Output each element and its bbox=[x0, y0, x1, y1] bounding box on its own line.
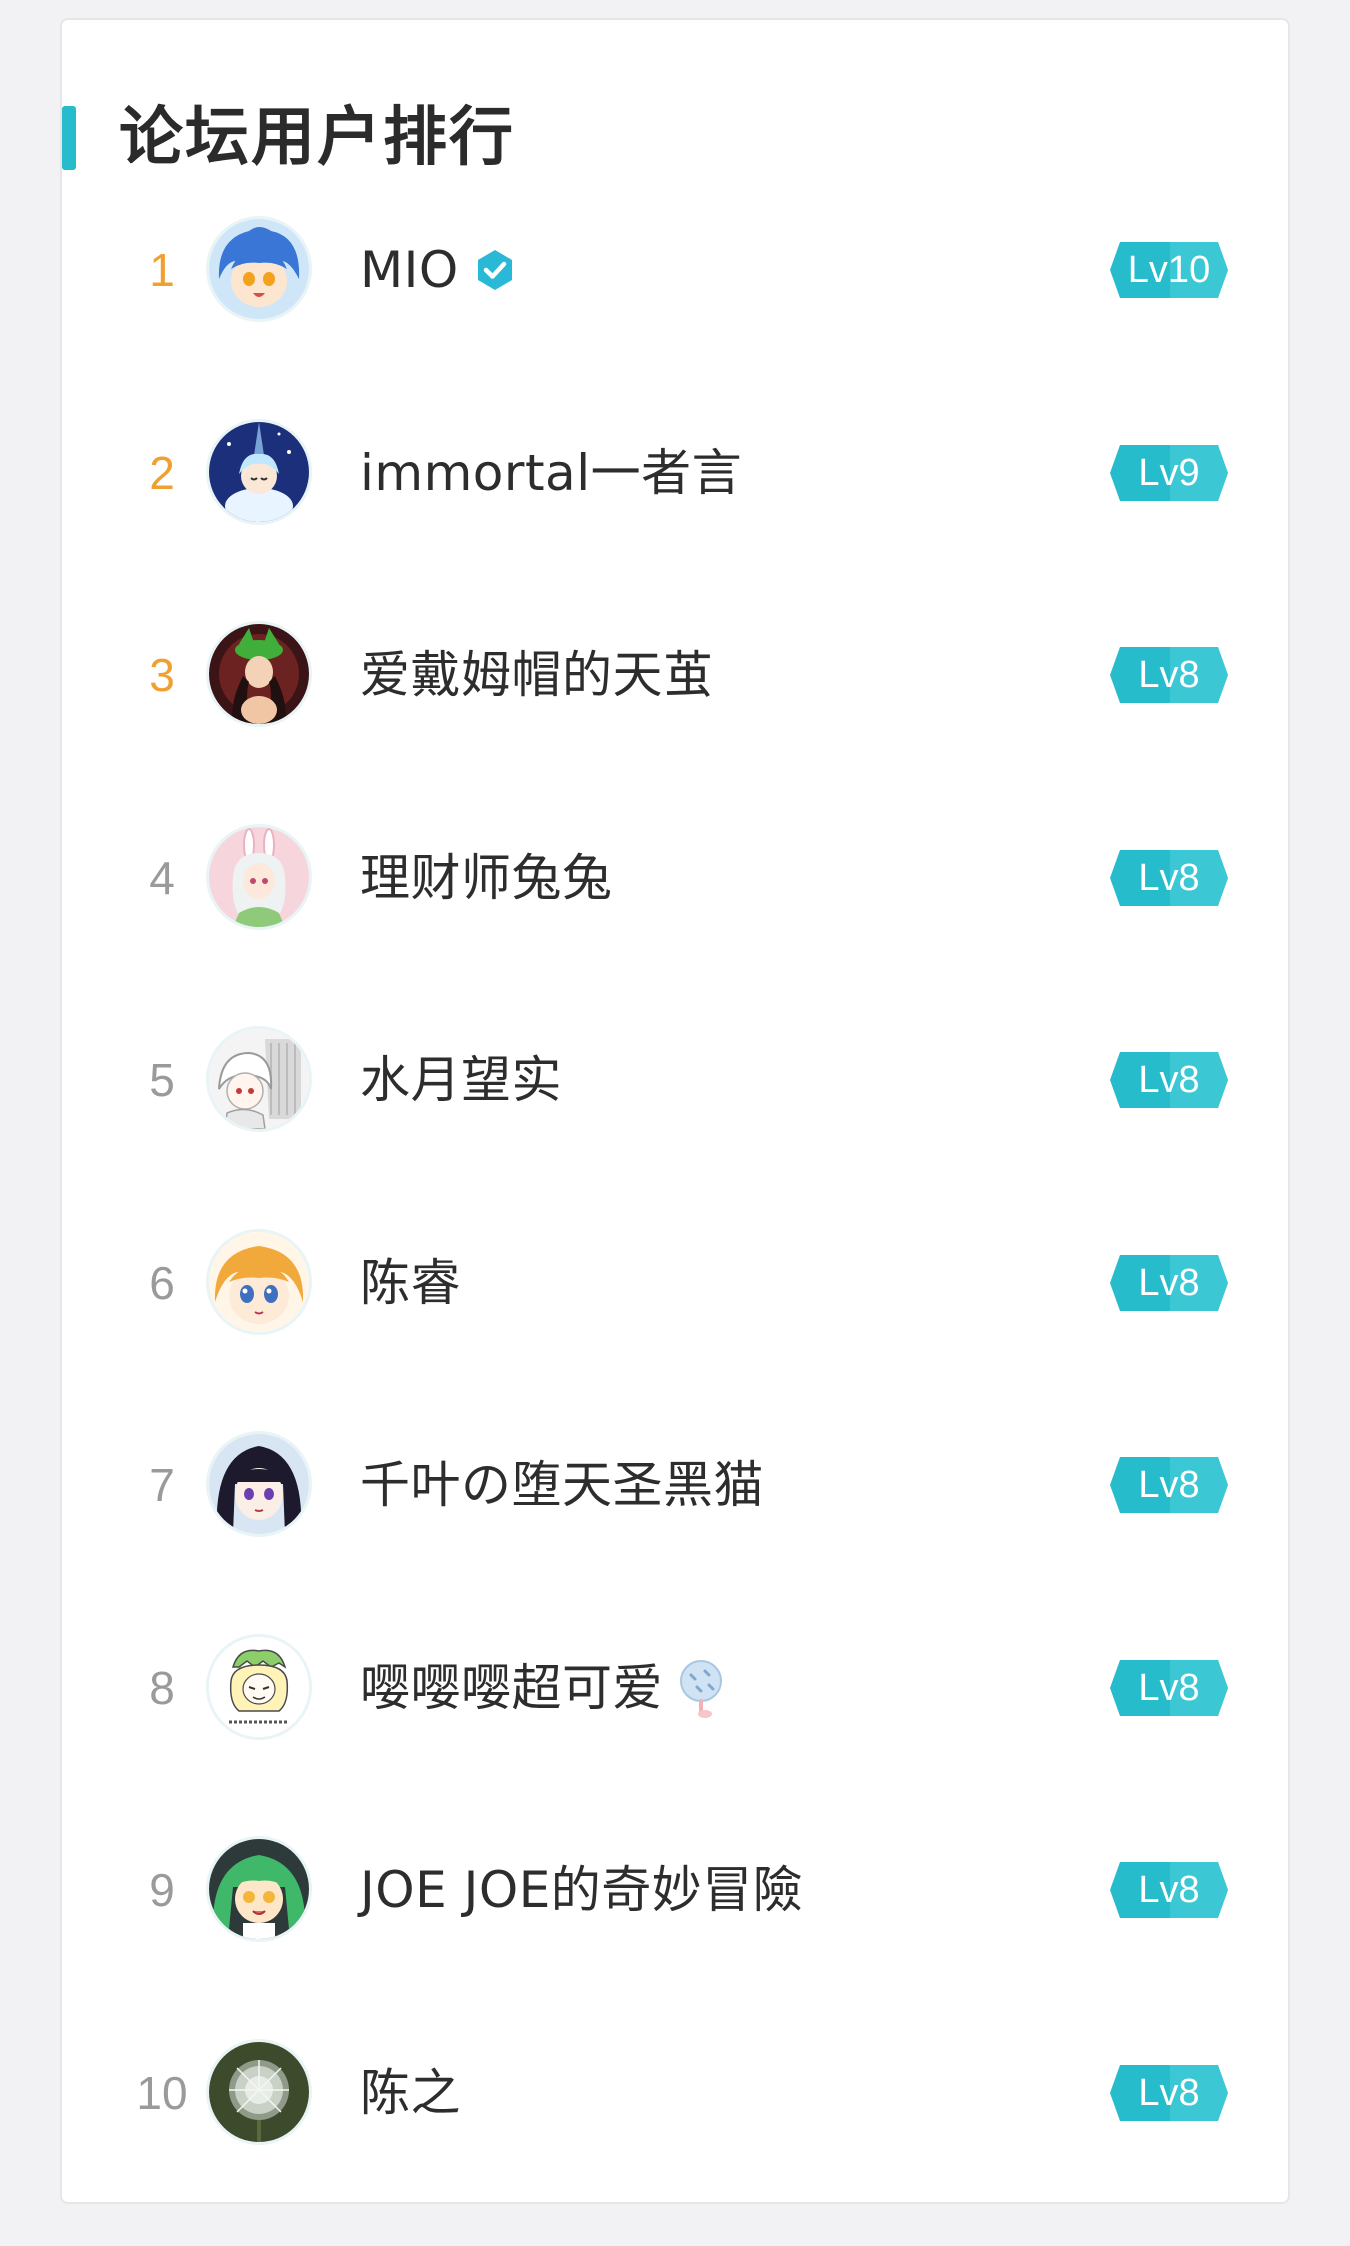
rank-number: 2 bbox=[149, 446, 175, 499]
level-badge: Lv8 bbox=[1110, 2064, 1228, 2121]
avatar-blonde-girl-icon[interactable] bbox=[206, 1228, 312, 1335]
user-name[interactable]: 千叶の堕天圣黑猫 bbox=[360, 1415, 764, 1555]
level-badge: Lv8 bbox=[1110, 1659, 1228, 1716]
level-text: Lv9 bbox=[1138, 451, 1200, 494]
level-text: Lv8 bbox=[1138, 1666, 1200, 1709]
level-text: Lv10 bbox=[1127, 249, 1211, 291]
avatar-white-hair-icon[interactable] bbox=[206, 1026, 312, 1132]
level-badge: Lv8 bbox=[1110, 849, 1228, 906]
level-text: Lv8 bbox=[1138, 1869, 1200, 1911]
ranking-row[interactable]: 6 陈睿 Lv8 bbox=[62, 1213, 1288, 1416]
rank-number: 5 bbox=[149, 1054, 175, 1106]
rank-number: 8 bbox=[149, 1661, 175, 1714]
level-text: Lv8 bbox=[1138, 1464, 1200, 1506]
avatar-dandelion-icon[interactable] bbox=[206, 2038, 312, 2145]
level-badge: Lv9 bbox=[1110, 444, 1228, 501]
user-name[interactable]: immortal一者言 bbox=[360, 403, 742, 543]
panel-title: 论坛用户排行 bbox=[119, 101, 515, 175]
ranking-row[interactable]: 7 千叶の堕天圣黑猫 Lv8 bbox=[62, 1415, 1288, 1618]
user-name-group: immortal一者言 bbox=[360, 403, 742, 543]
avatar-blue-hair-icon[interactable] bbox=[206, 216, 312, 322]
user-name[interactable]: 陈睿 bbox=[360, 1213, 461, 1353]
level-badge: Lv8 bbox=[1110, 1052, 1228, 1108]
avatar-black-hair-icon[interactable] bbox=[206, 1431, 312, 1537]
ranking-row[interactable]: 3 爱戴姆帽的天茧 Lv8 bbox=[62, 605, 1288, 808]
user-name-group: JOE JOE的奇妙冒險 bbox=[360, 1820, 803, 1960]
level-badge: Lv8 bbox=[1110, 1862, 1228, 1918]
ranking-row[interactable]: 2 immortal一者言 Lv9 bbox=[62, 403, 1288, 606]
user-name-group: 嘤嘤嘤超可爱 bbox=[360, 1618, 727, 1758]
user-name[interactable]: 嘤嘤嘤超可爱 bbox=[360, 1618, 663, 1758]
fan-emoji-icon bbox=[680, 1659, 722, 1718]
user-name[interactable]: 陈之 bbox=[360, 2023, 461, 2163]
user-ranking-panel: 论坛用户排行 1 MIO Lv10 2 immortal一者言 Lv9 3 爱戴… bbox=[60, 18, 1290, 2204]
rank-number: 6 bbox=[149, 1256, 175, 1309]
ranking-row[interactable]: 10 陈之 Lv8 bbox=[62, 2023, 1288, 2226]
avatar-dark-girl-icon[interactable] bbox=[206, 621, 312, 727]
user-name-group: 理财师兔兔 bbox=[360, 808, 613, 948]
level-text: Lv8 bbox=[1138, 1261, 1200, 1304]
user-name-group: 陈睿 bbox=[360, 1213, 461, 1353]
user-name-group: MIO bbox=[360, 200, 517, 340]
verified-badge-icon bbox=[477, 250, 512, 290]
rank-number: 7 bbox=[149, 1459, 175, 1511]
user-name[interactable]: 水月望实 bbox=[360, 1010, 562, 1150]
level-text: Lv8 bbox=[1138, 654, 1200, 696]
avatar-sketch-girl-icon[interactable] bbox=[206, 1633, 312, 1740]
avatar-green-hair-icon[interactable] bbox=[206, 1836, 312, 1942]
panel-header: 论坛用户排行 bbox=[62, 90, 1288, 180]
rank-number: 9 bbox=[149, 1864, 175, 1916]
level-badge: Lv8 bbox=[1110, 1254, 1228, 1311]
user-name[interactable]: MIO bbox=[360, 200, 459, 340]
ranking-row[interactable]: 1 MIO Lv10 bbox=[62, 200, 1288, 403]
avatar-bunny-girl-icon[interactable] bbox=[206, 823, 312, 930]
ranking-row[interactable]: 8 嘤嘤嘤超可爱 Lv8 bbox=[62, 1618, 1288, 1821]
user-name-group: 爱戴姆帽的天茧 bbox=[360, 605, 714, 745]
avatar-starry-girl-icon[interactable] bbox=[206, 418, 312, 525]
ranking-row[interactable]: 5 水月望实 Lv8 bbox=[62, 1010, 1288, 1213]
user-name-group: 水月望实 bbox=[360, 1010, 562, 1150]
level-badge: Lv10 bbox=[1110, 242, 1228, 298]
level-badge: Lv8 bbox=[1110, 647, 1228, 703]
level-text: Lv8 bbox=[1138, 1059, 1200, 1101]
rank-number: 1 bbox=[149, 244, 175, 296]
ranking-row[interactable]: 9 JOE JOE的奇妙冒險 Lv8 bbox=[62, 1820, 1288, 2023]
user-name-group: 千叶の堕天圣黑猫 bbox=[360, 1415, 764, 1555]
user-name[interactable]: 理财师兔兔 bbox=[360, 808, 613, 948]
level-badge: Lv8 bbox=[1110, 1457, 1228, 1513]
level-text: Lv8 bbox=[1138, 2071, 1200, 2114]
ranking-list: 1 MIO Lv10 2 immortal一者言 Lv9 3 爱戴姆帽的天茧 L… bbox=[62, 200, 1288, 2225]
title-accent-bar bbox=[62, 106, 76, 170]
ranking-row[interactable]: 4 理财师兔兔 Lv8 bbox=[62, 808, 1288, 1011]
user-name[interactable]: 爱戴姆帽的天茧 bbox=[360, 605, 714, 745]
rank-number: 3 bbox=[149, 649, 175, 701]
level-text: Lv8 bbox=[1138, 856, 1200, 899]
user-name[interactable]: JOE JOE的奇妙冒險 bbox=[360, 1820, 803, 1960]
user-name-group: 陈之 bbox=[360, 2023, 461, 2163]
rank-number: 4 bbox=[149, 851, 175, 904]
rank-number: 10 bbox=[136, 2066, 188, 2119]
